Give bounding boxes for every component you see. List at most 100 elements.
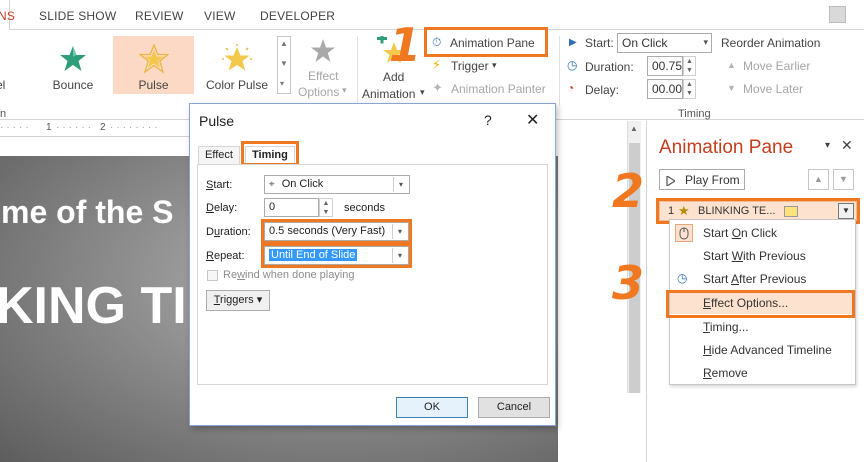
gallery-up-icon[interactable]: ▲: [280, 39, 288, 48]
duration-highlight: [261, 219, 412, 244]
add-animation-label-2: Animation: [362, 87, 416, 101]
menu-item-start-with-previous[interactable]: Start With Previous: [670, 245, 855, 267]
horizontal-ruler: ····· 1 ······ 2 ········: [0, 121, 190, 137]
effect-options-star-icon: [311, 39, 335, 62]
gallery-scrollbar[interactable]: ▲ ▼ ▾: [277, 36, 291, 94]
animation-painter-icon: ✦: [432, 80, 443, 95]
move-earlier-button[interactable]: ▲ Move Earlier: [727, 57, 827, 75]
animation-painter-label: Animation Painter: [451, 82, 546, 96]
start-dropdown[interactable]: ⌖ On Click ▾: [264, 175, 410, 194]
effect-options-label-2: Options: [298, 85, 340, 99]
ruler-tick: 2: [100, 122, 106, 133]
slide-subtitle[interactable]: me of the S: [1, 194, 173, 231]
tab-developer[interactable]: DEVELOPER: [260, 9, 335, 23]
tab-view[interactable]: VIEW: [204, 9, 235, 23]
rewind-checkbox[interactable]: [207, 270, 218, 281]
mouse-click-icon: [675, 224, 693, 242]
menu-item-start-after-previous[interactable]: ◷ Start After Previous: [670, 268, 855, 290]
start-dropdown-value: On Click: [281, 178, 324, 190]
animation-painter-button[interactable]: ✦ Animation Painter: [432, 80, 552, 98]
delay-unit-label: seconds: [344, 202, 385, 214]
step-3-highlight: [666, 290, 855, 318]
effect-partial-label: el: [0, 78, 6, 92]
star-pulse-icon: [138, 44, 169, 74]
tab-effect[interactable]: Effect: [198, 146, 240, 165]
triggers-button[interactable]: Triggers ▾: [206, 290, 270, 311]
animation-pane-title: Animation Pane: [659, 137, 794, 158]
delay-input[interactable]: 00.00: [647, 79, 683, 99]
effect-options-arrow-icon: ▾: [342, 85, 347, 95]
effect-partial-button[interactable]: el: [0, 36, 30, 94]
trigger-label: Trigger: [451, 59, 489, 73]
repeat-field-label: Repeat:: [206, 250, 245, 262]
dialog-title: Pulse: [199, 113, 235, 129]
effect-color-pulse-label: Color Pulse: [205, 78, 269, 92]
effect-color-pulse-button[interactable]: Color Pulse: [198, 36, 276, 94]
ribbon-tab-bar: NS SLIDE SHOW REVIEW VIEW DEVELOPER: [0, 0, 864, 30]
start-play-icon: ▶: [569, 37, 577, 48]
ok-button[interactable]: OK: [396, 397, 468, 418]
duration-field-label: Duration:: [206, 226, 251, 238]
menu-item-hide-advanced-timeline[interactable]: Hide Advanced Timeline: [670, 339, 855, 361]
effect-options-button[interactable]: Effect Options ▾: [296, 36, 352, 102]
effect-pulse-label: Pulse: [138, 78, 169, 92]
pane-options-icon[interactable]: ▾: [825, 140, 830, 151]
delay-label: Delay:: [585, 83, 620, 97]
trigger-button[interactable]: ⚡ Trigger ▾: [432, 57, 532, 75]
close-icon[interactable]: ✕: [526, 110, 539, 130]
delay-spin-buttons[interactable]: ▲ ▼: [319, 198, 333, 217]
delay-stepper[interactable]: ▲ ▼: [683, 79, 696, 99]
effect-bounce-button[interactable]: Bounce: [38, 36, 108, 94]
mouse-icon: ⌖: [269, 179, 275, 190]
step-number-2: 2: [612, 164, 645, 218]
delay-input-value: 00.00: [652, 82, 683, 96]
cancel-button[interactable]: Cancel: [478, 397, 550, 418]
chevron-down-icon: ▾: [703, 37, 708, 47]
duration-input[interactable]: 00.75: [647, 56, 683, 76]
account-avatar[interactable]: [829, 6, 846, 23]
effect-pulse-button[interactable]: Pulse: [113, 36, 194, 94]
move-up-button[interactable]: ▲: [808, 169, 829, 190]
duration-clock-icon: ◷: [567, 58, 578, 72]
play-from-button[interactable]: Play From: [659, 169, 745, 190]
animation-group-label: n: [0, 108, 7, 120]
move-later-button[interactable]: ▼ Move Later: [727, 80, 827, 98]
move-down-button[interactable]: ▼: [833, 169, 854, 190]
pane-close-icon[interactable]: ✕: [841, 137, 853, 154]
gallery-more-icon[interactable]: ▾: [280, 79, 284, 88]
star-bounce-icon: [60, 46, 86, 71]
tab-review[interactable]: REVIEW: [135, 9, 184, 23]
scroll-up-icon[interactable]: ▲: [630, 124, 638, 133]
timing-tab-highlight: [241, 141, 299, 166]
slide-title[interactable]: KING TI: [0, 276, 187, 336]
menu-item-start-on-click[interactable]: Start On Click: [670, 222, 855, 244]
timing-group-label: Timing: [678, 108, 711, 120]
play-icon: [666, 174, 677, 189]
start-select[interactable]: On Click ▾: [617, 33, 712, 53]
move-earlier-label: Move Earlier: [743, 59, 811, 73]
delay-clock-icon: ◔: [567, 81, 575, 95]
trigger-arrow-icon: ▾: [492, 60, 497, 70]
duration-stepper[interactable]: ▲ ▼: [683, 56, 696, 76]
triggers-arrow-icon: ▾: [256, 294, 263, 306]
help-icon[interactable]: ?: [484, 112, 492, 128]
tab-slide-show[interactable]: SLIDE SHOW: [39, 9, 116, 23]
duration-label: Duration:: [585, 60, 634, 74]
delay-field-label: Delay:: [206, 202, 238, 214]
tab-animations[interactable]: NS: [0, 9, 15, 23]
add-animation-arrow-icon: ▾: [420, 87, 425, 97]
gallery-down-icon[interactable]: ▼: [280, 59, 288, 68]
chevron-down-icon: ▾: [393, 177, 408, 192]
start-label: Start:: [585, 36, 614, 50]
rewind-label: Rewind when done playing: [223, 269, 355, 281]
menu-item-remove[interactable]: Remove: [670, 362, 855, 384]
add-animation-label-1: Add: [383, 70, 405, 84]
step-1-highlight: [424, 27, 548, 57]
menu-item-timing[interactable]: Timing...: [670, 316, 855, 338]
effect-options-label-1: Effect: [308, 69, 339, 83]
repeat-highlight: [261, 243, 412, 268]
reorder-animation-label: Reorder Animation: [721, 36, 821, 50]
ribbon-separator: [357, 36, 358, 106]
duration-input-value: 00.75: [652, 59, 683, 73]
delay-spinbox[interactable]: 0: [264, 198, 319, 217]
